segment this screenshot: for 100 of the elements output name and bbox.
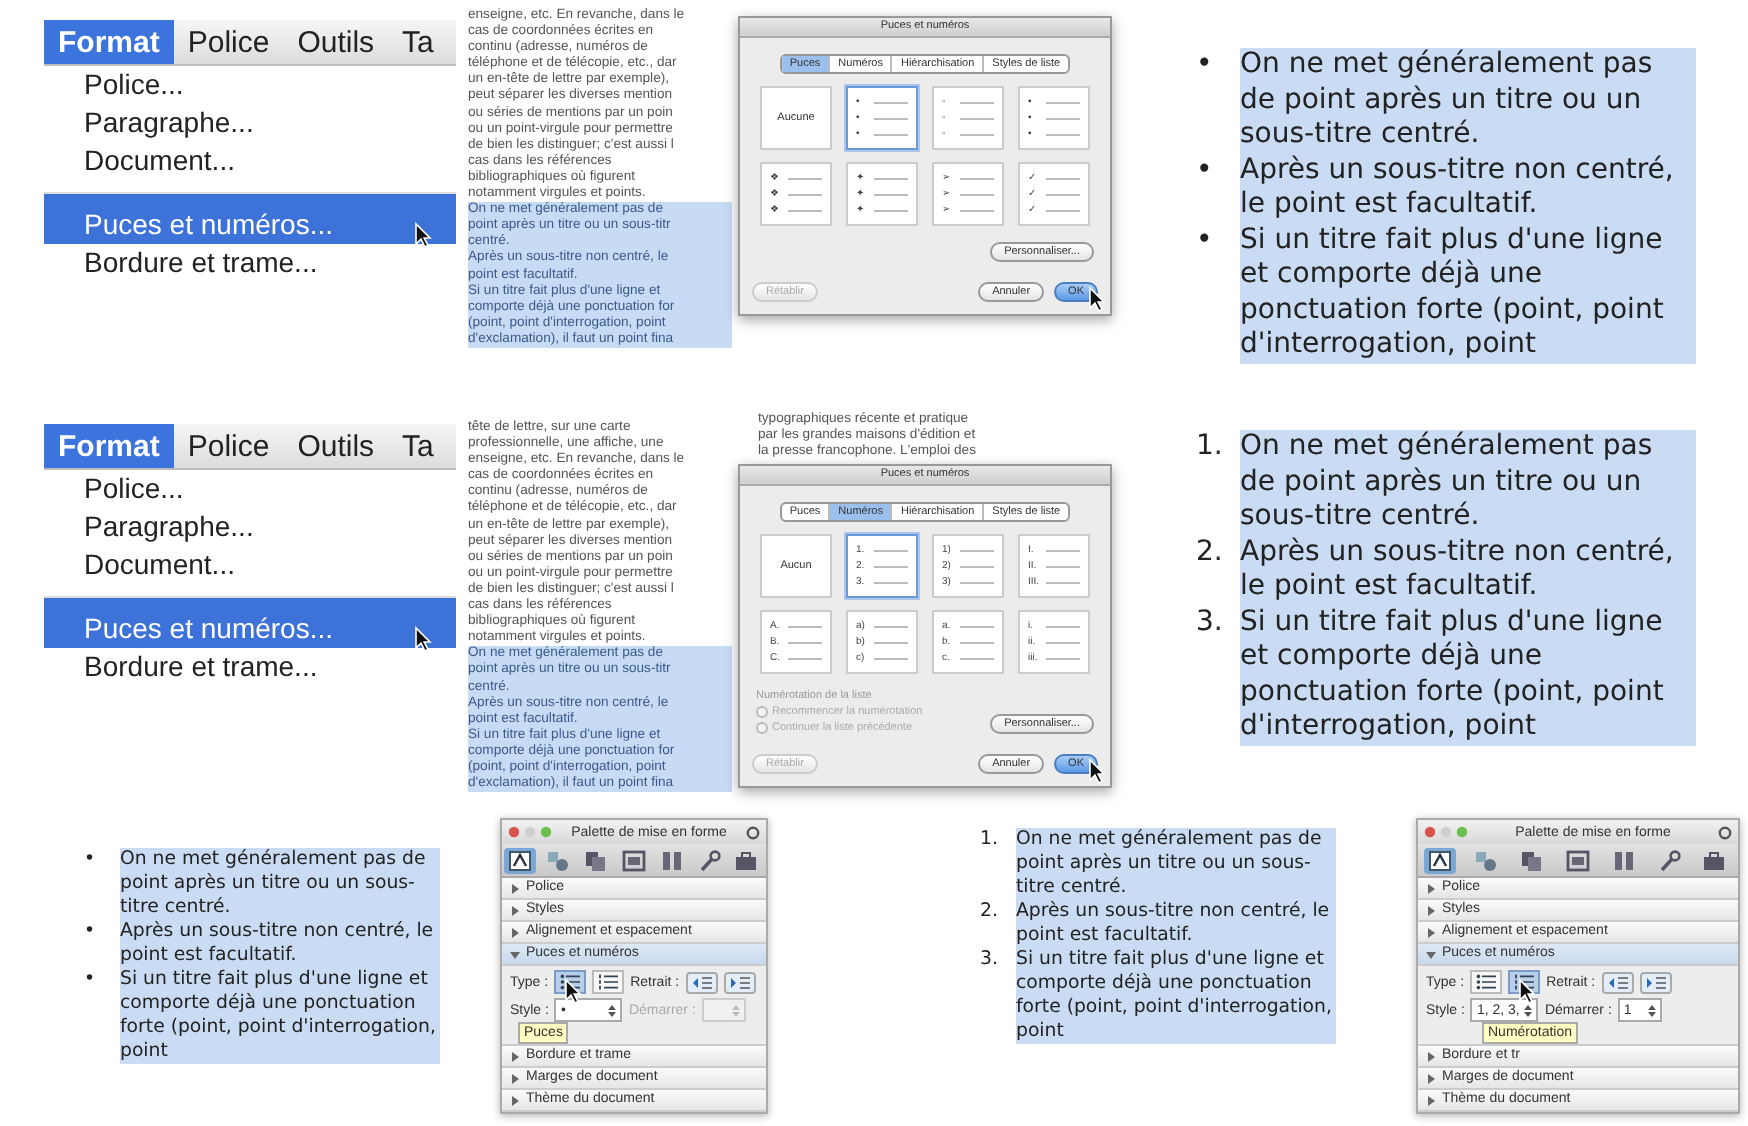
pointer-cursor-icon xyxy=(414,222,432,248)
list-marker: 2. xyxy=(1196,535,1225,571)
decrease-indent-button[interactable] xyxy=(1601,971,1634,993)
menu-item[interactable]: Paragraphe... xyxy=(44,508,456,546)
shapes-icon xyxy=(546,849,571,871)
dropdown-caret-icon xyxy=(608,1003,617,1017)
columns-icon xyxy=(1611,849,1636,871)
disclosure-triangle-icon xyxy=(510,1095,520,1105)
toolbar-button[interactable] xyxy=(617,847,650,873)
increase-indent-icon xyxy=(1645,975,1666,989)
list-marker: 1. xyxy=(980,828,1000,854)
pointer-cursor-icon xyxy=(1088,286,1106,312)
dropdown-caret-icon xyxy=(1524,1003,1533,1017)
disclosure-triangle-icon xyxy=(1426,883,1436,893)
wrench-icon xyxy=(1657,849,1682,871)
toolbox-icon xyxy=(1702,849,1727,871)
pointer-cursor-icon xyxy=(564,978,583,1004)
menu-bar-item[interactable]: Police xyxy=(173,424,284,468)
bulleted-list-icon xyxy=(1476,974,1497,990)
numbered-list-icon xyxy=(1514,974,1535,990)
menu-item[interactable]: Bordure et trame... xyxy=(44,244,456,282)
wrench-icon xyxy=(697,849,722,871)
list-marker: • xyxy=(1196,223,1215,259)
menu-bar-item[interactable]: Police xyxy=(173,20,284,64)
list-item-text: Si un titre fait plus d'une ligne et comporte déjà une ponctuation forte (point, point d'interrogation, point xyxy=(1240,223,1696,363)
window-controls-icon xyxy=(508,826,552,838)
start-number-field[interactable] xyxy=(701,998,746,1022)
list-marker: • xyxy=(84,848,98,874)
menu-item[interactable]: Police... xyxy=(44,66,456,104)
circle-icon[interactable] xyxy=(1718,825,1732,839)
list-marker: 3. xyxy=(1196,605,1225,641)
text-format-icon xyxy=(508,849,533,871)
increase-indent-icon xyxy=(729,975,750,989)
menu-bar-item[interactable]: Ta xyxy=(388,424,448,468)
menu-item[interactable]: Document... xyxy=(44,546,456,584)
pointer-cursor-icon xyxy=(1518,978,1537,1004)
stepper-icon xyxy=(731,1003,740,1017)
disclosure-triangle-icon xyxy=(510,1073,520,1083)
disclosure-triangle-icon xyxy=(510,883,520,893)
decrease-indent-icon xyxy=(1607,975,1628,989)
list-type-button[interactable] xyxy=(592,970,625,994)
list-item-text: Si un titre fait plus d'une ligne et comporte déjà une ponctuation forte (point, point d'interrogation, point xyxy=(1016,948,1336,1044)
shapes-icon xyxy=(1474,849,1499,871)
toolbar-button[interactable] xyxy=(504,847,537,873)
decrease-indent-button[interactable] xyxy=(685,971,718,993)
layout-icon xyxy=(621,849,646,871)
copy-icon xyxy=(1520,849,1545,871)
menu-bar-item[interactable]: Outils xyxy=(283,424,389,468)
text-format-icon xyxy=(1428,849,1453,871)
circle-icon[interactable] xyxy=(746,825,760,839)
columns-icon xyxy=(659,849,684,871)
list-item-text: On ne met généralement pas de point après un titre ou un sous-titre centré. xyxy=(1240,48,1696,153)
decrease-indent-icon xyxy=(691,975,712,989)
disclosure-triangle-icon xyxy=(510,1051,520,1061)
disclosure-triangle-icon xyxy=(1426,905,1436,915)
disclosure-triangle-icon xyxy=(510,927,520,937)
disclosure-triangle-icon xyxy=(510,905,520,915)
disclosure-triangle-icon xyxy=(1426,927,1436,937)
list-item-text: Si un titre fait plus d'une ligne et comporte déjà une ponctuation forte (point, point d'interrogation, point xyxy=(120,968,440,1064)
list-marker: • xyxy=(84,968,98,994)
menu-bar-item[interactable]: Ta xyxy=(388,20,448,64)
stepper-icon xyxy=(1647,1003,1656,1017)
list-marker: • xyxy=(84,920,98,946)
copy-icon xyxy=(584,849,609,871)
menu-item[interactable]: Police... xyxy=(44,470,456,508)
toolbar-button[interactable] xyxy=(1424,847,1457,873)
increase-indent-button[interactable] xyxy=(1639,971,1672,993)
list-marker: • xyxy=(1196,48,1215,84)
menu-item[interactable]: Puces et numéros... xyxy=(44,192,456,244)
menu-item[interactable]: Bordure et trame... xyxy=(44,648,456,686)
list-type-button[interactable] xyxy=(1470,970,1503,994)
pointer-cursor-icon xyxy=(414,626,432,652)
menu-bar-item[interactable]: Format xyxy=(44,20,174,64)
disclosure-triangle-icon xyxy=(1426,949,1436,959)
bulleted-list-icon xyxy=(560,974,581,990)
list-marker: 2. xyxy=(980,900,1000,926)
list-item-text: Après un sous-titre non centré, le point est facultatif. xyxy=(1240,535,1696,605)
disclosure-triangle-icon xyxy=(1426,1051,1436,1061)
layout-icon xyxy=(1565,849,1590,871)
menu-bar-item[interactable]: Outils xyxy=(283,20,389,64)
list-item-text: On ne met généralement pas de point après un titre ou un sous-titre centré. xyxy=(1240,430,1696,535)
list-item-text: On ne met généralement pas de point après un titre ou un sous-titre centré. xyxy=(1016,828,1336,900)
window-controls-icon xyxy=(1424,826,1468,838)
menu-item[interactable]: Paragraphe... xyxy=(44,104,456,142)
disclosure-triangle-icon xyxy=(1426,1095,1436,1105)
menu-bar-item[interactable]: Format xyxy=(44,424,174,468)
toolbox-icon xyxy=(734,849,759,871)
disclosure-triangle-icon xyxy=(1426,1073,1436,1083)
list-marker: 1. xyxy=(1196,430,1225,466)
list-item-text: Après un sous-titre non centré, le point est facultatif. xyxy=(120,920,440,968)
increase-indent-button[interactable] xyxy=(723,971,756,993)
menu-item[interactable]: Document... xyxy=(44,142,456,180)
toolbar-button[interactable] xyxy=(1561,847,1594,873)
menu-item[interactable]: Puces et numéros... xyxy=(44,596,456,648)
list-item-text: Si un titre fait plus d'une ligne et comporte déjà une ponctuation forte (point, point d'interrogation, point xyxy=(1240,605,1696,745)
list-item-text: Après un sous-titre non centré, le point est facultatif. xyxy=(1240,153,1696,223)
list-marker: 3. xyxy=(980,948,1000,974)
list-item-text: On ne met généralement pas de point après un titre ou un sous-titre centré. xyxy=(120,848,440,920)
numbered-list-icon xyxy=(598,974,619,990)
list-item-text: Après un sous-titre non centré, le point est facultatif. xyxy=(1016,900,1336,948)
